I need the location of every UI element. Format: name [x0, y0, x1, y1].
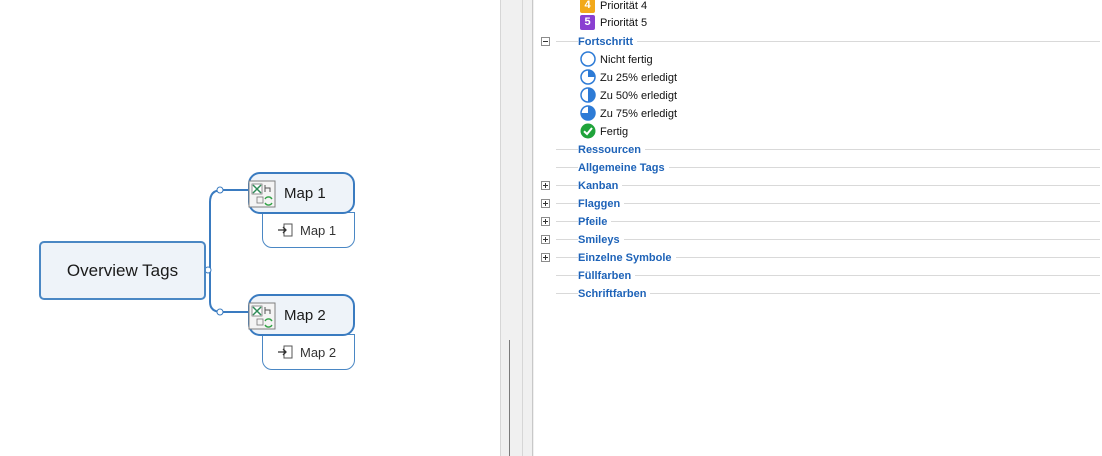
category-divider — [556, 41, 1100, 42]
splitter-edge — [522, 0, 523, 456]
pane-splitter[interactable] — [500, 0, 534, 456]
progress-75-icon — [580, 105, 596, 121]
progress-50-icon — [580, 87, 596, 103]
category-fill-colors[interactable]: Füllfarben — [534, 267, 1100, 285]
splitter-grip[interactable] — [509, 340, 510, 456]
expand-toggle-icon[interactable] — [541, 253, 550, 262]
category-label: Allgemeine Tags — [578, 161, 669, 175]
category-flags[interactable]: Flaggen — [534, 195, 1100, 213]
category-label: Einzelne Symbole — [578, 251, 676, 265]
tag-item-progress-25[interactable]: Zu 25% erledigt — [534, 69, 1100, 87]
connector-handle — [216, 186, 224, 194]
tag-item-priority-4[interactable]: 4 Priorität 4 — [534, 0, 1100, 14]
tag-item-priority-5[interactable]: 5 Priorität 5 — [534, 14, 1100, 32]
topic-label: Map 2 — [284, 306, 326, 324]
subtopic-map-2[interactable]: Map 2 — [262, 334, 355, 370]
mindmap-canvas[interactable]: Overview Tags Map 1 Map 1 Map 2 Map 2 — [0, 0, 500, 456]
connector-lines — [204, 186, 248, 316]
tag-label: Fertig — [600, 126, 629, 138]
map-link-icon — [278, 345, 293, 359]
category-label: Ressourcen — [578, 143, 645, 157]
category-label: Smileys — [578, 233, 624, 247]
tag-item-done[interactable]: Fertig — [534, 123, 1100, 141]
category-divider — [556, 185, 1100, 186]
category-progress[interactable]: Fortschritt — [534, 33, 1100, 51]
expand-toggle-icon[interactable] — [541, 217, 550, 226]
tag-label: Priorität 4 — [600, 0, 648, 12]
category-label: Fortschritt — [578, 35, 637, 49]
category-label: Schriftfarben — [578, 287, 651, 301]
category-divider — [556, 221, 1100, 222]
category-resources[interactable]: Ressourcen — [534, 141, 1100, 159]
tag-item-progress-75[interactable]: Zu 75% erledigt — [534, 105, 1100, 123]
tags-panel: 4 Priorität 4 5 Priorität 5 Fortschritt … — [534, 0, 1102, 456]
tag-label: Zu 50% erledigt — [600, 90, 678, 102]
category-arrows[interactable]: Pfeile — [534, 213, 1100, 231]
map-link-icon — [278, 223, 293, 237]
tag-label: Priorität 5 — [600, 17, 648, 29]
central-topic[interactable]: Overview Tags — [39, 241, 206, 300]
tag-label: Zu 25% erledigt — [600, 72, 678, 84]
priority-4-icon: 4 — [580, 0, 595, 13]
category-general-tags[interactable]: Allgemeine Tags — [534, 159, 1100, 177]
splitter-edge — [532, 0, 533, 456]
category-label: Kanban — [578, 179, 623, 193]
category-divider — [556, 239, 1100, 240]
subtopic-label: Map 2 — [300, 344, 337, 360]
category-smileys[interactable]: Smileys — [534, 231, 1100, 249]
tag-label: Zu 75% erledigt — [600, 108, 678, 120]
connector-handle — [216, 308, 224, 316]
check-circle-icon — [580, 123, 596, 139]
priority-5-icon: 5 — [580, 15, 595, 30]
linked-map-icon[interactable] — [248, 302, 276, 330]
category-divider — [556, 275, 1100, 276]
category-single-symbols[interactable]: Einzelne Symbole — [534, 249, 1100, 267]
category-divider — [556, 203, 1100, 204]
category-font-colors[interactable]: Schriftfarben — [534, 285, 1100, 303]
tag-label: Nicht fertig — [600, 54, 653, 66]
tag-item-progress-50[interactable]: Zu 50% erledigt — [534, 87, 1100, 105]
tag-item-progress-0[interactable]: Nicht fertig — [534, 51, 1100, 69]
category-label: Flaggen — [578, 197, 625, 211]
progress-0-icon — [580, 51, 596, 67]
linked-map-icon[interactable] — [248, 180, 276, 208]
collapse-toggle-icon[interactable] — [541, 37, 550, 46]
category-label: Füllfarben — [578, 269, 636, 283]
expand-toggle-icon[interactable] — [541, 181, 550, 190]
expand-toggle-icon[interactable] — [541, 235, 550, 244]
subtopic-label: Map 1 — [300, 222, 337, 238]
category-kanban[interactable]: Kanban — [534, 177, 1100, 195]
central-topic-label: Overview Tags — [66, 260, 179, 280]
category-label: Pfeile — [578, 215, 612, 229]
splitter-edge — [500, 0, 501, 456]
subtopic-map-1[interactable]: Map 1 — [262, 212, 355, 248]
progress-25-icon — [580, 69, 596, 85]
expand-toggle-icon[interactable] — [541, 199, 550, 208]
topic-label: Map 1 — [284, 184, 326, 202]
